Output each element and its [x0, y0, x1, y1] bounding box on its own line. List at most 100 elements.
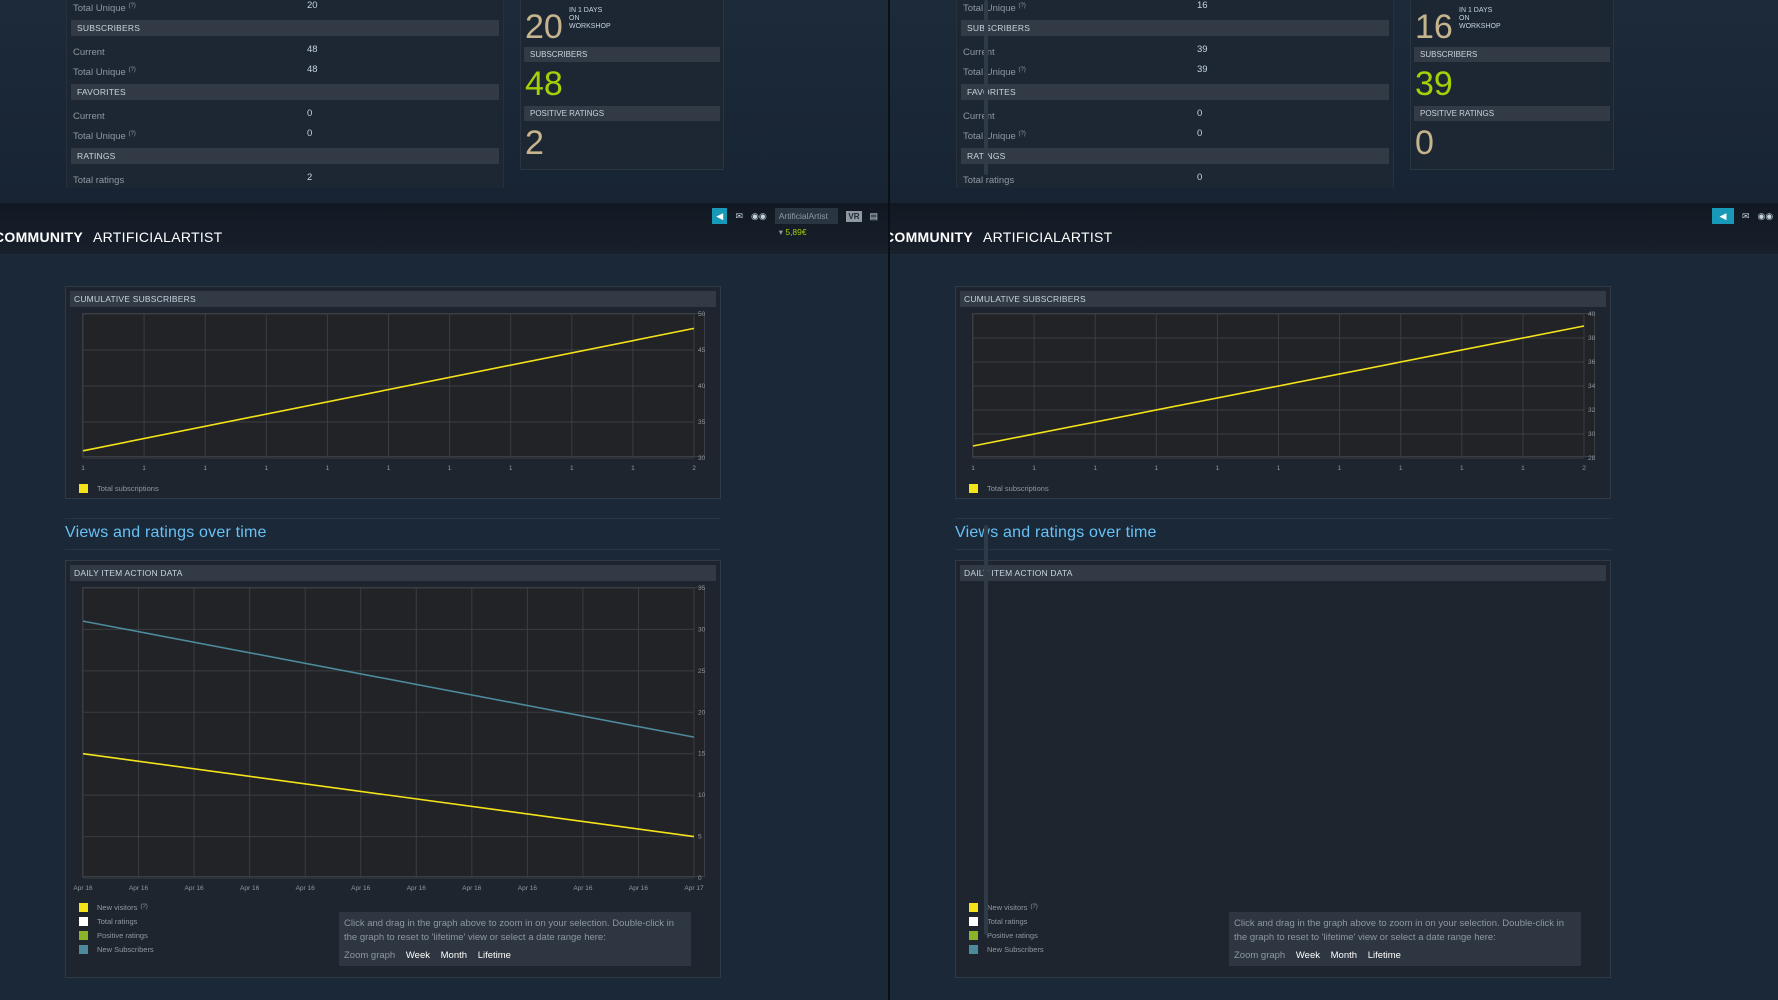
y-tick-label: 32 [1588, 407, 1596, 414]
y-tick-label: 0 [698, 875, 702, 882]
notifications-icon[interactable]: ✉ [735, 208, 743, 224]
scrollbar-thumb[interactable] [984, 0, 988, 175]
zoom-month-link[interactable]: Month [441, 950, 467, 961]
zoom-lifetime-link[interactable]: Lifetime [478, 950, 511, 961]
help-icon[interactable]: (?) [1030, 904, 1037, 910]
y-tick-label: 40 [698, 383, 706, 390]
x-tick-label: Apr 16 [407, 885, 427, 892]
wallet-balance: 5,89€ [785, 227, 807, 237]
help-icon[interactable]: (?) [128, 3, 135, 9]
x-tick-label: 2 [692, 465, 696, 472]
section-divider [955, 518, 1611, 519]
zoom-help: Click and drag in the graph above to zoo… [1229, 912, 1581, 966]
legend-item[interactable]: New visitors (?) [79, 900, 157, 914]
legend-item[interactable]: Positive ratings [79, 928, 157, 942]
chart-title: CUMULATIVE SUBSCRIBERS [70, 291, 716, 307]
legend-label: Positive ratings [987, 930, 1038, 940]
legend-label: New Subscribers [97, 944, 154, 954]
legend-item[interactable]: Total ratings [79, 914, 157, 928]
zoom-lifetime-link[interactable]: Lifetime [1368, 950, 1401, 961]
x-tick-label: Apr 16 [240, 885, 260, 892]
subscribers-title: SUBSCRIBERS [524, 47, 720, 62]
legend-item[interactable]: Positive ratings [969, 928, 1047, 942]
stat-label: Total Unique [73, 131, 126, 143]
titlebar-controls: ◀✉◉◉ArtificialArtist ▾ 5,89€VR▤–□✕ [712, 208, 888, 237]
stat-value: 0 [307, 128, 313, 139]
zoom-week-link[interactable]: Week [1296, 950, 1320, 961]
x-tick-label: 1 [1521, 465, 1525, 472]
big-stats: 16 IN 1 DAYS ON WORKSHOP SUBSCRIBERS 39 … [1410, 0, 1614, 170]
x-tick-label: 1 [509, 465, 513, 472]
stat-row: Current 0 [957, 104, 1393, 124]
daily-plot[interactable]: Apr 16 Apr 16 Apr 16 Apr 16 Apr 16 Apr 16 Apr … [73, 585, 705, 892]
stat-label: Total Unique [73, 3, 126, 15]
legend-item[interactable]: New visitors (?) [969, 900, 1047, 914]
legend-swatch [969, 902, 978, 912]
series-line [82, 620, 695, 738]
cumulative-plot[interactable]: 1 1 1 1 1 1 1 1 1 1 2 30 35 40 45 50 [81, 311, 706, 472]
y-tick-label: 50 [698, 311, 706, 318]
legend-item[interactable]: Total subscriptions [969, 481, 1049, 495]
help-icon[interactable]: (?) [128, 67, 135, 73]
stat-row: Total Unique (?) 0 [957, 124, 1393, 144]
scrollbar-thumb[interactable] [984, 525, 988, 935]
announcements-icon[interactable]: ◀ [712, 208, 728, 224]
cumulative-plot[interactable]: 1 1 1 1 1 1 1 1 1 1 2 28 30 32 34 36 38 40 [971, 311, 1596, 472]
views-note-line: WORKSHOP [569, 23, 611, 30]
legend-swatch [79, 483, 88, 493]
stat-row: Current 0 [67, 104, 503, 124]
zoom-week-link[interactable]: Week [406, 950, 430, 961]
nav-community-link[interactable]: COMMUNITY [0, 229, 83, 245]
stat-label: Current [73, 47, 105, 59]
y-tick-label: 40 [1588, 311, 1596, 318]
big-picture-icon[interactable]: ▤ [870, 208, 879, 224]
help-icon[interactable]: (?) [140, 904, 147, 910]
x-tick-label: 1 [631, 465, 635, 472]
legend-swatch [79, 902, 88, 912]
y-tick-label: 5 [698, 834, 702, 841]
announcements-icon[interactable]: ◀ [1712, 208, 1734, 224]
zoom-label: Zoom graph [344, 950, 396, 961]
notifications-icon[interactable]: ✉ [1742, 208, 1750, 224]
nav-community-link[interactable]: COMMUNITY [890, 229, 973, 245]
help-icon[interactable]: (?) [1018, 3, 1025, 9]
stat-label: Total ratings [73, 175, 125, 187]
friends-icon[interactable]: ◉◉ [1758, 208, 1774, 224]
x-tick-label: 1 [1460, 465, 1464, 472]
cumulative-legend: Total subscriptions [969, 481, 1049, 495]
legend-swatch [969, 944, 978, 954]
legend-item[interactable]: Total ratings [969, 914, 1047, 928]
legend-item[interactable]: Total subscriptions [79, 481, 159, 495]
stat-label: Current [73, 111, 105, 123]
legend-item[interactable]: New Subscribers [79, 942, 157, 956]
friends-icon[interactable]: ◉◉ [751, 208, 767, 224]
help-icon[interactable]: (?) [1018, 131, 1025, 137]
positive-ratings-title: POSITIVE RATINGS [1414, 106, 1610, 121]
legend-label: Positive ratings [97, 930, 148, 940]
help-icon[interactable]: (?) [1018, 67, 1025, 73]
legend-label: Total ratings [97, 916, 138, 926]
stat-label: Current [963, 111, 995, 123]
stat-label: Total Unique [963, 131, 1016, 143]
y-tick-label: 35 [698, 419, 706, 426]
legend-item[interactable]: New Subscribers [969, 942, 1047, 956]
x-tick-label: 1 [1216, 465, 1220, 472]
y-tick-label: 28 [1588, 455, 1596, 462]
stat-value: 2 [307, 172, 313, 183]
account-menu[interactable]: ArtificialArtist ▾ 5,89€ [774, 208, 839, 237]
legend-label: New visitors [987, 902, 1028, 912]
vr-icon[interactable]: VR [846, 210, 862, 222]
stat-value: 48 [307, 64, 318, 75]
stat-value: 0 [1197, 128, 1203, 139]
cumulative-subscribers-panel: CUMULATIVE SUBSCRIBERS 1 1 1 1 1 1 1 1 1 1 2 30 35 40… [65, 286, 721, 499]
stat-row: Total ratings 0 [957, 168, 1393, 188]
chart-title: DAILY ITEM ACTION DATA [70, 565, 716, 581]
nav-user-link[interactable]: ARTIFICIALARTIST [983, 229, 1113, 245]
stat-sections: SUBSCRIBERS Current 39 Total Unique (?) 39 F… [957, 20, 1393, 188]
nav-user-link[interactable]: ARTIFICIALARTIST [93, 229, 223, 245]
legend-label: Total ratings [987, 916, 1028, 926]
stat-label: Total Unique [963, 3, 1016, 15]
help-icon[interactable]: (?) [128, 131, 135, 137]
stats-section-header: SUBSCRIBERS [71, 20, 499, 36]
zoom-month-link[interactable]: Month [1331, 950, 1357, 961]
